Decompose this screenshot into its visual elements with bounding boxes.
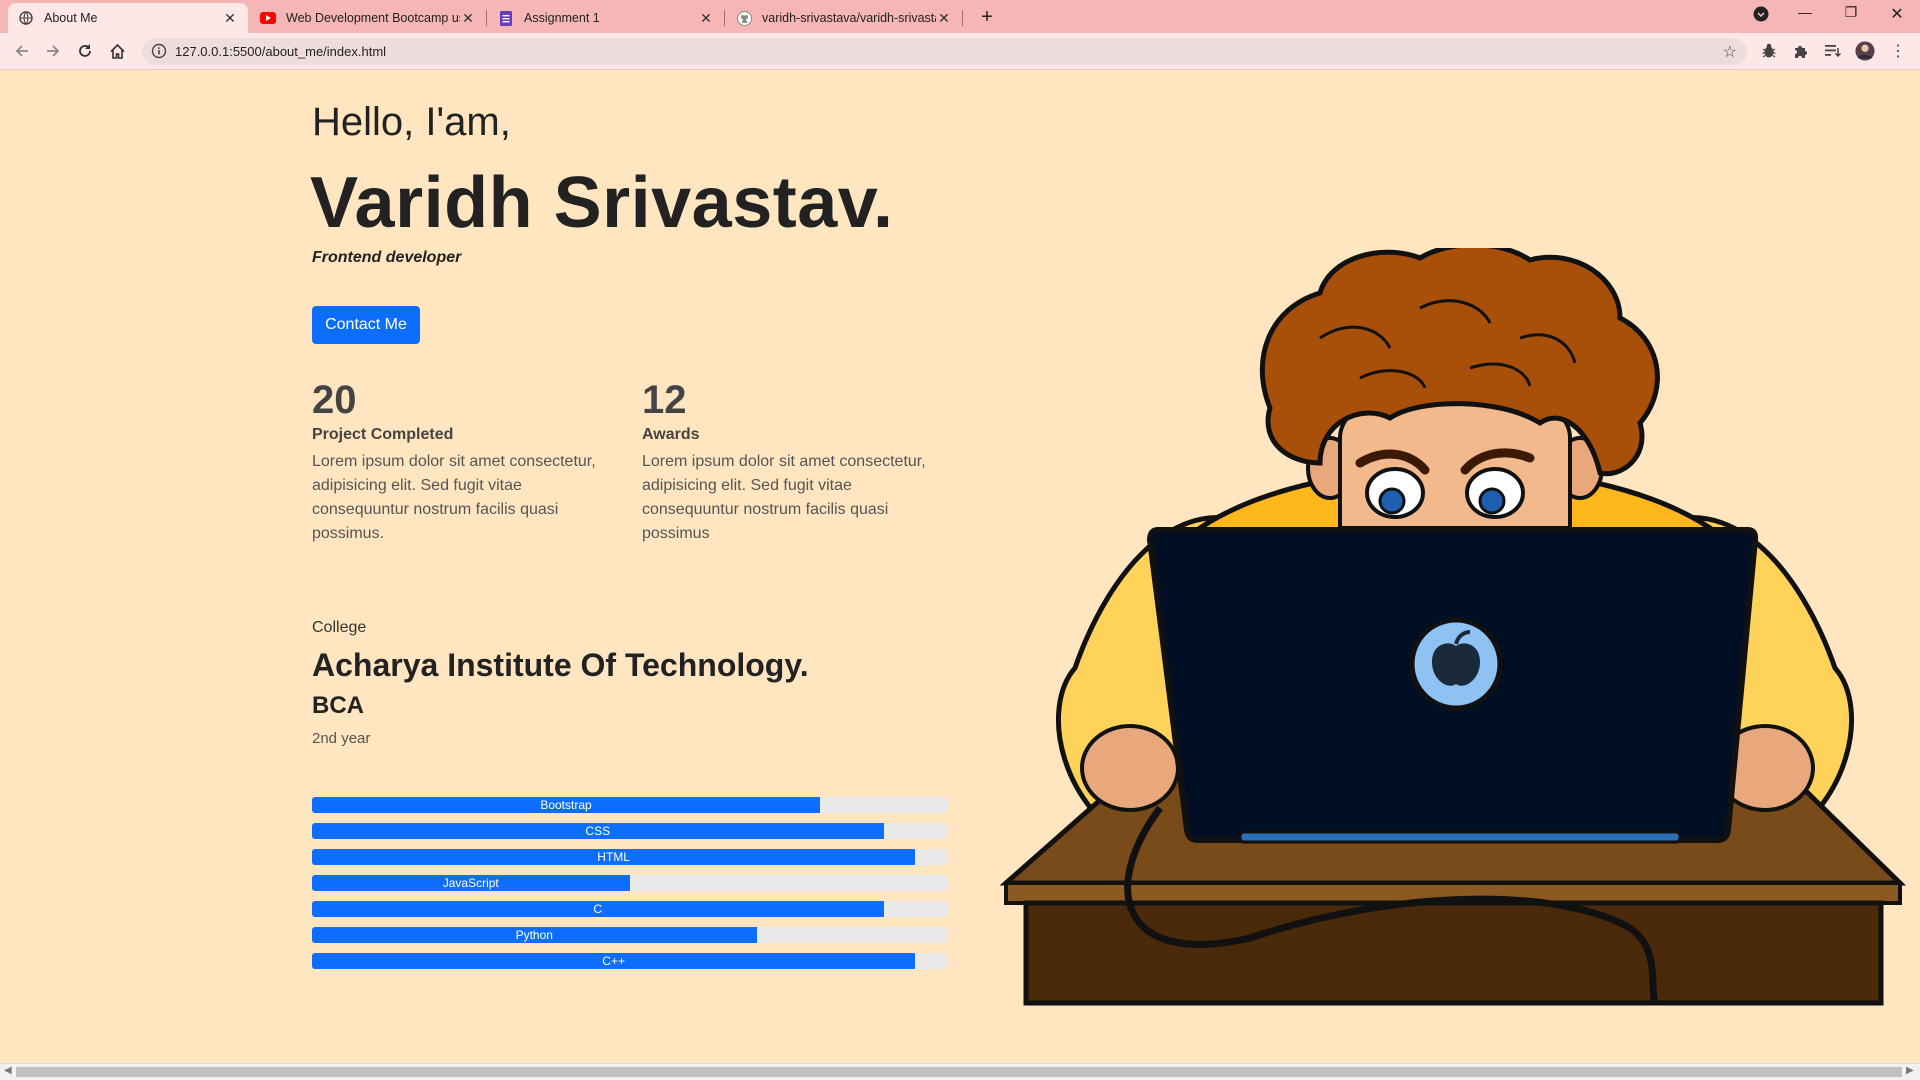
skill-fill: CSS bbox=[312, 823, 884, 839]
scroll-right-icon[interactable]: ▶ bbox=[1906, 1065, 1914, 1076]
youtube-icon bbox=[260, 10, 276, 26]
contact-me-button[interactable]: Contact Me bbox=[312, 306, 420, 344]
scroll-left-icon[interactable]: ◀ bbox=[4, 1065, 12, 1076]
back-icon[interactable] bbox=[9, 39, 35, 63]
tab-separator bbox=[962, 10, 963, 26]
study-year: 2nd year bbox=[312, 730, 371, 747]
role-subtitle: Frontend developer bbox=[312, 249, 462, 266]
close-icon[interactable]: ✕ bbox=[222, 10, 238, 27]
stat-description: Lorem ipsum dolor sit amet consectetur, … bbox=[312, 453, 596, 542]
developer-illustration bbox=[1000, 248, 1907, 1006]
reload-icon[interactable] bbox=[72, 39, 98, 63]
tab-strip: About Me ✕ Web Development Bootcamp usin… bbox=[0, 0, 1920, 33]
browser-window: About Me ✕ Web Development Bootcamp usin… bbox=[0, 0, 1920, 1080]
extension-bug-icon[interactable] bbox=[1759, 41, 1779, 61]
site-info-icon[interactable] bbox=[151, 43, 167, 59]
skill-fill: C++ bbox=[312, 953, 916, 969]
college-label: College bbox=[312, 619, 367, 636]
degree-name: BCA bbox=[312, 692, 364, 719]
greeting-text: Hello, I'am, bbox=[312, 100, 511, 144]
stat-number: 12 bbox=[642, 378, 687, 422]
skill-bar-css: CSS bbox=[312, 823, 947, 839]
bookmark-star-icon[interactable]: ☆ bbox=[1723, 42, 1737, 62]
tab-separator bbox=[724, 10, 725, 26]
profile-avatar[interactable] bbox=[1855, 41, 1875, 61]
skill-fill: Python bbox=[312, 927, 757, 943]
tab-search-icon[interactable] bbox=[1746, 6, 1776, 25]
tab-title: varidh-srivastava/varidh-srivastava bbox=[762, 11, 936, 25]
address-bar[interactable]: 127.0.0.1:5500/about_me/index.html ☆ bbox=[142, 38, 1747, 65]
skill-bar-html: HTML bbox=[312, 849, 947, 865]
page-title: Varidh Srivastav. bbox=[310, 163, 894, 243]
tab-github-repo[interactable]: varidh-srivastava/varidh-srivastava ✕ bbox=[726, 3, 962, 33]
reading-list-icon[interactable] bbox=[1823, 41, 1843, 61]
skill-fill: Bootstrap bbox=[312, 797, 820, 813]
home-icon[interactable] bbox=[104, 39, 130, 63]
skill-fill: JavaScript bbox=[312, 875, 630, 891]
skills-progress-list: Bootstrap CSS HTML JavaScript C Python C… bbox=[312, 797, 947, 979]
forward-icon[interactable] bbox=[40, 39, 66, 63]
tab-about-me[interactable]: About Me ✕ bbox=[8, 3, 248, 33]
extensions-puzzle-icon[interactable] bbox=[1791, 41, 1811, 61]
tab-title: Assignment 1 bbox=[524, 11, 600, 25]
horizontal-scrollbar[interactable]: ◀ ▶ bbox=[0, 1063, 1920, 1080]
skill-bar-c: C bbox=[312, 901, 947, 917]
scrollbar-thumb[interactable] bbox=[16, 1067, 1902, 1077]
skill-fill: HTML bbox=[312, 849, 916, 865]
stat-description: Lorem ipsum dolor sit amet consectetur, … bbox=[642, 453, 926, 542]
new-tab-button[interactable]: + bbox=[976, 6, 998, 29]
stat-projects: 20 Project Completed Lorem ipsum dolor s… bbox=[312, 378, 612, 546]
forms-icon bbox=[498, 10, 514, 26]
college-name: Acharya Institute Of Technology. bbox=[312, 647, 809, 683]
stat-label: Project Completed bbox=[312, 426, 454, 443]
stat-number: 20 bbox=[312, 378, 357, 422]
stat-awards: 12 Awards Lorem ipsum dolor sit amet con… bbox=[642, 378, 942, 546]
minimize-icon[interactable]: — bbox=[1790, 4, 1820, 20]
menu-kebab-icon[interactable]: ⋮ bbox=[1888, 41, 1908, 61]
stat-label: Awards bbox=[642, 426, 700, 443]
close-icon[interactable]: ✕ bbox=[936, 10, 952, 27]
skill-bar-python: Python bbox=[312, 927, 947, 943]
tab-title: Web Development Bootcamp using bbox=[286, 11, 460, 25]
skill-fill: C bbox=[312, 901, 884, 917]
skill-bar-bootstrap: Bootstrap bbox=[312, 797, 947, 813]
skill-bar-javascript: JavaScript bbox=[312, 875, 947, 891]
close-window-icon[interactable]: ✕ bbox=[1882, 4, 1912, 24]
url-text: 127.0.0.1:5500/about_me/index.html bbox=[175, 44, 387, 59]
browser-toolbar: 127.0.0.1:5500/about_me/index.html ☆ ⋮ bbox=[0, 33, 1920, 70]
tab-assignment-1[interactable]: Assignment 1 ✕ bbox=[488, 3, 724, 33]
globe-icon bbox=[18, 10, 34, 26]
tab-title: About Me bbox=[44, 11, 98, 25]
github-icon bbox=[736, 10, 752, 26]
tab-web-development-bootcamp[interactable]: Web Development Bootcamp using ✕ bbox=[250, 3, 486, 33]
skill-bar-cpp: C++ bbox=[312, 953, 947, 969]
close-icon[interactable]: ✕ bbox=[698, 10, 714, 27]
tab-separator bbox=[486, 10, 487, 26]
restore-icon[interactable]: ❐ bbox=[1836, 4, 1866, 21]
close-icon[interactable]: ✕ bbox=[460, 10, 476, 27]
